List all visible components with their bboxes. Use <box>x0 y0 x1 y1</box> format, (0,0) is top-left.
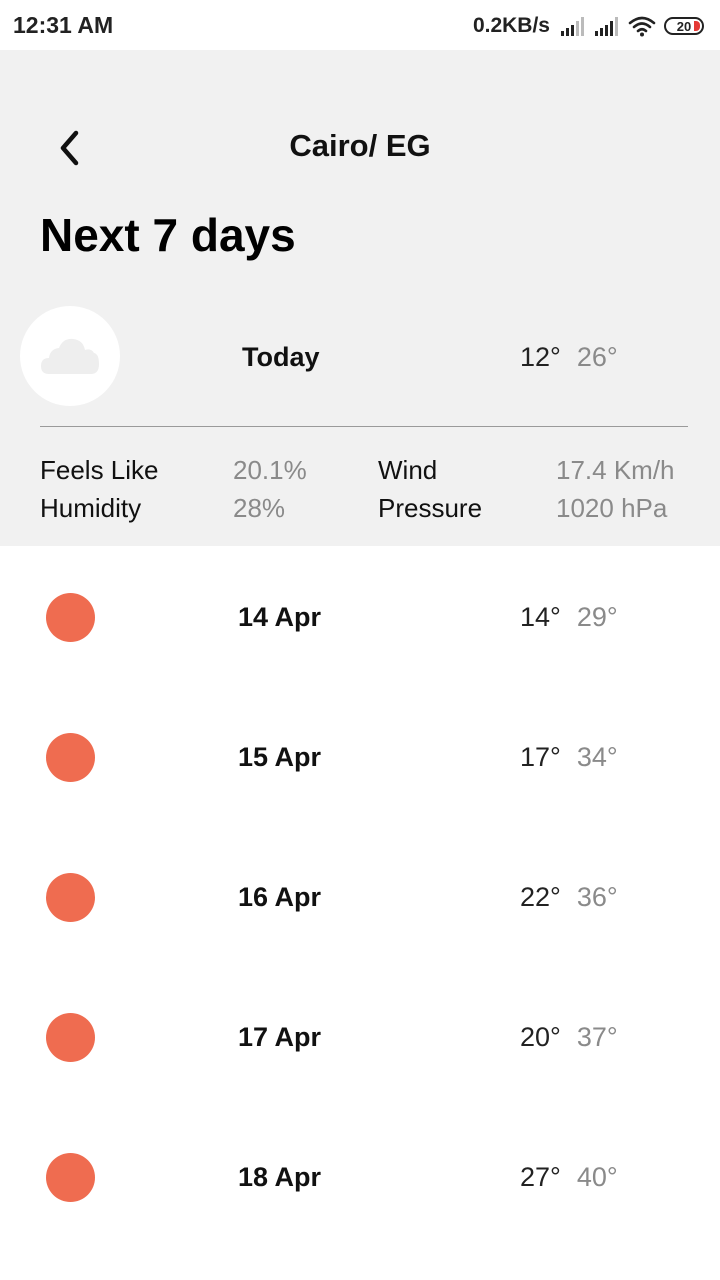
sun-icon <box>46 1013 95 1062</box>
forecast-row[interactable]: 18 Apr 27° 40° <box>0 1107 720 1247</box>
forecast-date: 14 Apr <box>238 602 322 632</box>
humidity-value: 28% <box>233 493 286 523</box>
forecast-max-temp: 36° <box>576 882 618 912</box>
today-weather-icon <box>20 306 120 406</box>
sun-icon <box>46 733 95 782</box>
wind-label: Wind <box>378 455 438 485</box>
today-max-temp: 26° <box>576 342 618 372</box>
today-label: Today <box>242 342 320 372</box>
signal-icon <box>561 17 584 36</box>
forecast-temperature: 22° 36° <box>520 882 618 913</box>
feels-like-label: Feels Like <box>40 455 159 485</box>
sun-icon <box>46 1153 95 1202</box>
network-speed: 0.2KB/s <box>472 14 550 37</box>
forecast-date: 16 Apr <box>238 882 322 912</box>
forecast-min-temp: 17° <box>520 742 561 772</box>
city-title: Cairo/ EG <box>289 128 431 163</box>
humidity-label: Humidity <box>40 493 142 523</box>
battery-level: 20 <box>676 18 692 34</box>
sun-icon <box>46 873 95 922</box>
forecast-row[interactable]: 17 Apr 20° 37° <box>0 967 720 1107</box>
feels-like-value: 20.1% <box>233 455 307 485</box>
cloud-icon <box>41 338 99 374</box>
forecast-min-temp: 14° <box>520 602 561 632</box>
status-time: 12:31 AM <box>13 12 114 38</box>
forecast-temperature: 20° 37° <box>520 1022 618 1053</box>
forecast-max-temp: 34° <box>576 742 618 772</box>
forecast-date: 15 Apr <box>238 742 322 772</box>
sun-icon <box>46 593 95 642</box>
wifi-icon <box>628 16 656 37</box>
wind-value: 17.4 Km/h <box>556 455 675 485</box>
battery-icon: 20 <box>664 16 708 36</box>
today-min-temp: 12° <box>520 342 561 372</box>
forecast-min-temp: 27° <box>520 1162 561 1192</box>
forecast-date: 18 Apr <box>238 1162 322 1192</box>
forecast-min-temp: 22° <box>520 882 561 912</box>
forecast-min-temp: 20° <box>520 1022 561 1052</box>
forecast-temperature: 14° 29° <box>520 602 618 633</box>
forecast-row[interactable]: 16 Apr 22° 36° <box>0 827 720 967</box>
pressure-value: 1020 hPa <box>556 493 668 523</box>
forecast-date: 17 Apr <box>238 1022 322 1052</box>
section-title: Next 7 days <box>40 209 296 261</box>
status-indicators: 0.2KB/s 20 <box>473 12 708 40</box>
forecast-max-temp: 40° <box>576 1162 618 1192</box>
forecast-row[interactable]: 15 Apr 17° 34° <box>0 687 720 827</box>
forecast-row[interactable]: 14 Apr 14° 29° <box>0 547 720 687</box>
forecast-temperature: 17° 34° <box>520 742 618 773</box>
pressure-label: Pressure <box>378 493 483 523</box>
signal-icon <box>595 17 618 36</box>
forecast-temperature: 27° 40° <box>520 1162 618 1193</box>
today-temperature: 12° 26° <box>520 342 618 373</box>
forecast-max-temp: 29° <box>576 602 618 632</box>
forecast-max-temp: 37° <box>576 1022 618 1052</box>
divider <box>40 426 688 427</box>
status-bar: 12:31 AM 0.2KB/s 20 <box>0 0 720 50</box>
